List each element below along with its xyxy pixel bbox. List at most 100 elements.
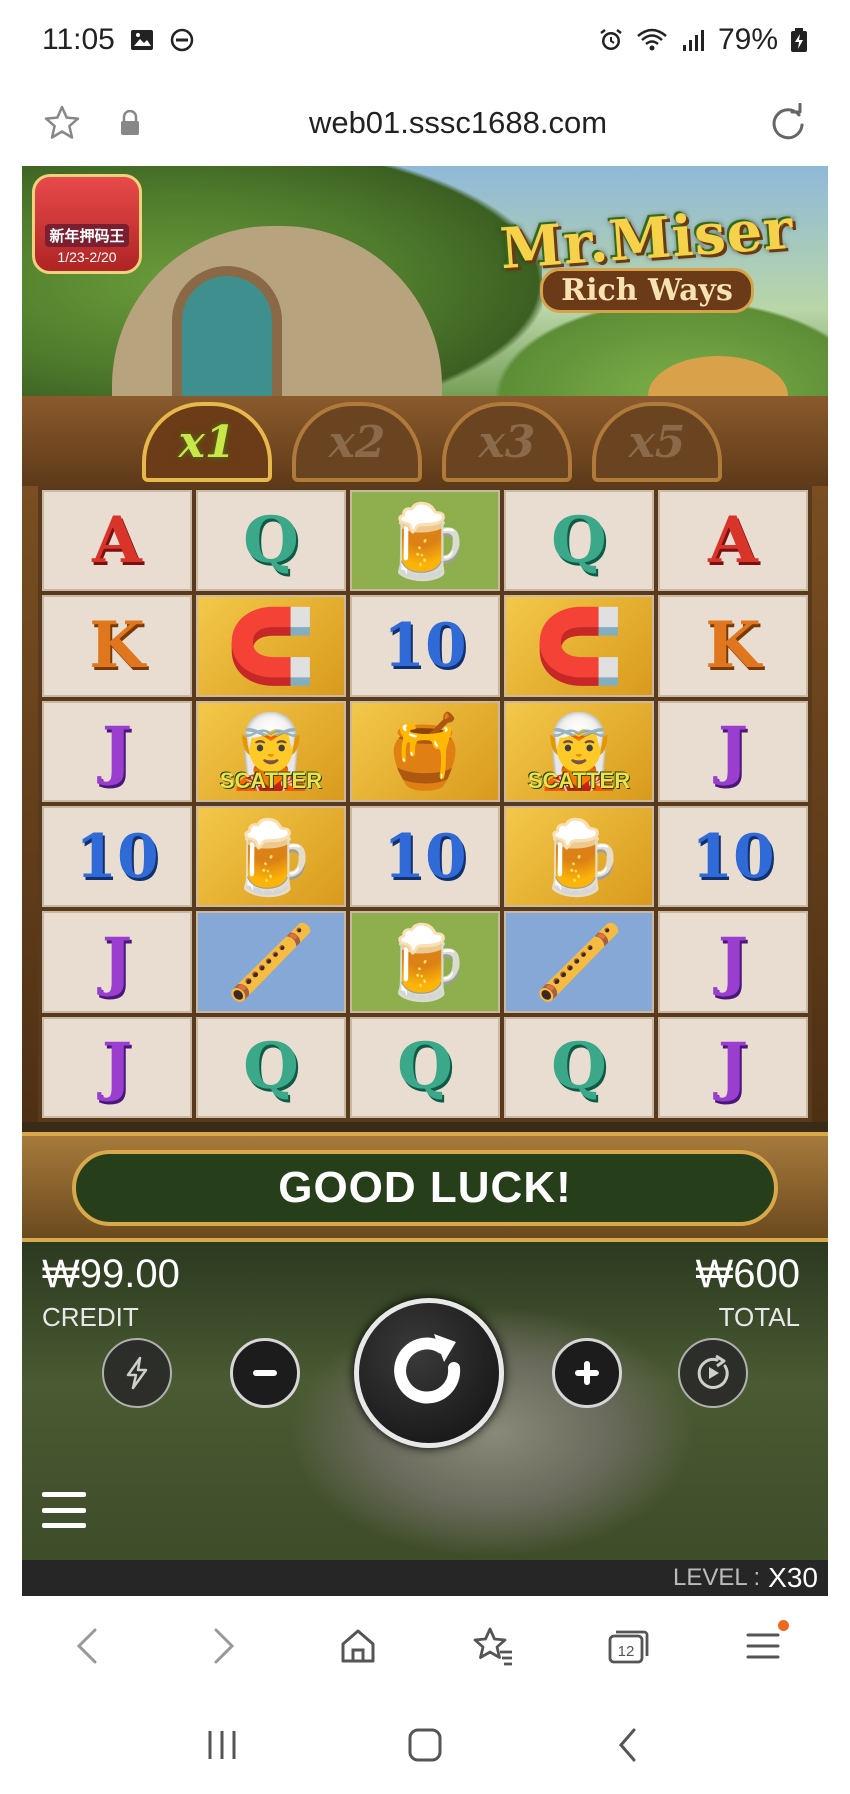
reel-cell-4-5: 10 [658,806,808,908]
url-text[interactable]: web01.sssc1688.com [150,105,766,141]
symbol-j: J [101,713,133,789]
reel-cell-2-4: 🧲 [504,595,654,697]
battery-percent: 79% [717,23,778,56]
symbol-a: A [708,502,758,578]
symbol-k: K [89,607,145,683]
system-back-button[interactable] [598,1715,658,1775]
symbol-10: 10 [383,821,467,892]
total-bet-label: TOTAL [718,1302,800,1332]
symbol-10: 10 [75,821,159,892]
reel-cell-2-2: 🧲 [196,595,346,697]
reel-cell-1-1: A [42,490,192,592]
level-label: LEVEL : [673,1564,761,1591]
symbol-q: Q [397,1029,453,1105]
reel-cell-3-3: 🍯 [350,700,500,802]
browser-nav-bar: 12 [0,1596,850,1696]
game-menu-button[interactable] [42,1492,86,1528]
signal-icon [680,27,706,53]
symbol-k: K [705,607,761,683]
back-button[interactable] [58,1616,118,1676]
bookmarks-button[interactable] [463,1616,523,1676]
symbol-q: Q [551,502,607,578]
chevron-right-icon [214,1628,234,1664]
reel-cell-1-5: A [658,490,808,592]
system-nav-bar [0,1696,850,1794]
home-square-icon [408,1728,442,1762]
reel-cell-5-4: 🪈 [504,911,654,1013]
reel-frame-left [22,486,38,1122]
multiplier-x5: x5 [592,402,722,482]
notification-dot [777,1620,789,1631]
multiplier-bar: x1 x2 x3 x5 [22,396,828,486]
reload-icon[interactable] [766,101,810,145]
symbol-10: 10 [691,821,775,892]
symbol-j: J [717,713,749,789]
turbo-button[interactable] [102,1338,172,1408]
reel-cell-1-4: Q [504,490,654,592]
message-bar: GOOD LUCK! [22,1132,828,1242]
promo-badge[interactable]: 新年押码王 1/23-2/20 [32,174,142,274]
message-text: GOOD LUCK! [72,1150,778,1226]
reel-cell-3-1: J [42,700,192,802]
bookmark-star-icon[interactable] [40,101,84,145]
system-home-button[interactable] [395,1715,455,1775]
reel-cell-1-2: Q [196,490,346,592]
recent-apps-icon [208,1731,236,1759]
gallery-notification-icon [129,27,155,53]
tabs-button[interactable]: 12 [598,1616,658,1676]
promo-dates: 1/23-2/20 [57,249,117,265]
beer-mug-icon: 🍺 [380,919,470,1004]
credit-value: ₩99.00 [42,1252,180,1296]
symbol-10: 10 [383,610,467,681]
promo-title: 新年押码王 [45,224,129,247]
autoplay-button[interactable] [678,1338,748,1408]
symbol-j: J [717,1029,749,1105]
forward-button[interactable] [193,1616,253,1676]
decrease-bet-button[interactable] [230,1338,300,1408]
symbol-q: Q [243,502,299,578]
reel-cell-2-5: K [658,595,808,697]
plus-icon [575,1361,599,1385]
reel-cell-3-5: J [658,700,808,802]
symbol-j: J [717,923,749,999]
total-bet-value: ₩600 [695,1252,801,1296]
reel-grid: A Q 🍺 Q A K 🧲 10 🧲 K J 🧝 SCATTER 🍯 🧝 SCATTER J 10 🍺 10 🍺 10 J 🪈… [38,486,812,1122]
credit-label: CREDIT [42,1302,139,1332]
back-chevron-icon [619,1728,636,1762]
multiplier-x1: x1 [142,402,272,482]
minus-icon [253,1370,277,1376]
scatter-label: SCATTER [527,768,631,793]
reel-cell-1-3: 🍺 [350,490,500,592]
reel-cell-6-3: Q [350,1016,500,1118]
reel-cell-2-3: 10 [350,595,500,697]
increase-bet-button[interactable] [552,1338,622,1408]
wifi-icon [636,27,668,53]
secure-lock-icon [110,103,150,143]
home-button[interactable] [328,1616,388,1676]
hamburger-menu-icon [746,1633,779,1659]
reel-cell-4-2: 🍺 [196,806,346,908]
symbol-q: Q [243,1029,299,1105]
reel-cell-6-2: Q [196,1016,346,1118]
pot-of-gold-icon: 🍯 [380,709,470,794]
status-bar: 11:05 79% [0,0,850,80]
reel-cell-3-4: 🧝 SCATTER [504,700,654,802]
alarm-icon [598,27,624,53]
bookmark-list-icon [473,1627,512,1666]
status-time: 11:05 [42,23,115,56]
symbol-q: Q [551,1029,607,1105]
reel-cell-5-5: J [658,911,808,1013]
level-value: X30 [768,1562,818,1593]
beer-mug-icon: 🍺 [380,498,470,583]
reel-cell-4-3: 10 [350,806,500,908]
autoplay-icon [697,1354,729,1389]
spin-button[interactable] [354,1298,504,1448]
round-door [172,266,282,416]
home-icon [341,1629,374,1663]
reel-cell-2-1: K [42,595,192,697]
symbol-j: J [101,1029,133,1105]
recent-apps-button[interactable] [192,1715,252,1775]
reel-cell-3-2: 🧝 SCATTER [196,700,346,802]
level-bar: LEVEL : X30 [22,1560,828,1596]
browser-menu-button[interactable] [733,1616,793,1676]
